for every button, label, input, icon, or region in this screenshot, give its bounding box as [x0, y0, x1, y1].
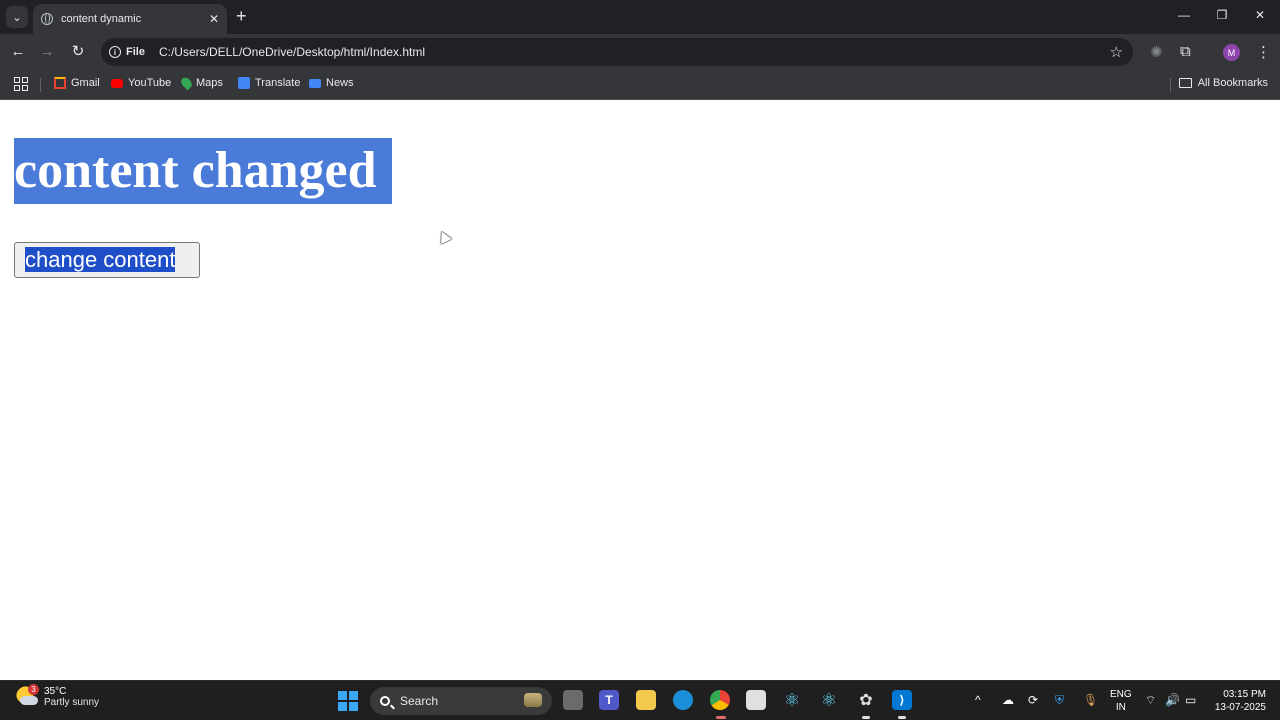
address-scheme: File	[126, 46, 145, 58]
security-shield-icon[interactable]: ⛨	[1055, 693, 1064, 708]
openai-active-indicator	[862, 716, 870, 719]
windows-start-icon[interactable]	[338, 691, 358, 711]
translate-icon	[238, 77, 250, 89]
bookmark-label: Maps	[196, 77, 223, 89]
wifi-icon[interactable]: ⌔	[1145, 693, 1156, 708]
mouse-cursor-icon	[436, 228, 452, 245]
all-bookmarks-button[interactable]: All Bookmarks	[1178, 77, 1268, 89]
browser-toolbar: ← → ↻ i File C:/Users/DELL/OneDrive/Desk…	[0, 34, 1280, 70]
vscode-icon[interactable]: ⟩	[892, 690, 912, 710]
search-icon	[380, 696, 390, 706]
close-window-button[interactable]: ✕	[1250, 8, 1270, 22]
profile-avatar[interactable]: M	[1223, 44, 1240, 61]
vscode-active-indicator	[898, 716, 906, 719]
react-devtools-icon[interactable]: ⚛	[782, 690, 802, 710]
apps-grid-icon[interactable]	[14, 77, 28, 91]
bookmark-gmail[interactable]: Gmail	[54, 77, 100, 89]
more-menu-icon[interactable]: ⋮	[1256, 43, 1271, 61]
address-bar[interactable]: i File C:/Users/DELL/OneDrive/Desktop/ht…	[101, 38, 1133, 66]
bookmark-news[interactable]: News	[309, 77, 354, 89]
weather-temp: 35°C	[44, 686, 67, 697]
windows-taskbar: 35°C Partly sunny 3 Search T ⚛ ⚛ ✿ ⟩ ^ ☁…	[0, 680, 1280, 720]
news-icon	[309, 78, 321, 88]
onedrive-cloud-icon[interactable]: ☁	[1002, 693, 1014, 707]
clock-time: 03:15 PM	[1223, 689, 1266, 700]
sync-icon[interactable]: ⟳	[1028, 693, 1038, 707]
chevron-down-icon: ⌄	[12, 11, 22, 24]
back-arrow-icon[interactable]: ←	[9, 43, 27, 61]
globe-icon	[41, 13, 53, 25]
language-code: ENG	[1110, 689, 1132, 700]
all-bookmarks-label: All Bookmarks	[1197, 77, 1268, 89]
address-url[interactable]: C:/Users/DELL/OneDrive/Desktop/html/Inde…	[159, 45, 425, 59]
minimize-button[interactable]: —	[1174, 8, 1194, 22]
forward-arrow-icon[interactable]: →	[38, 43, 56, 61]
bookmark-maps[interactable]: Maps	[179, 75, 223, 91]
chrome-icon[interactable]	[710, 690, 730, 710]
clock-date: 13-07-2025	[1214, 702, 1266, 713]
gmail-icon	[54, 77, 66, 89]
new-tab-button[interactable]: +	[236, 7, 247, 25]
taskbar-search-label: Search	[400, 694, 439, 708]
maps-icon	[179, 75, 194, 91]
search-highlight-icon	[524, 693, 542, 707]
weather-desc: Partly sunny	[44, 697, 100, 708]
tab-close-icon[interactable]: ✕	[209, 12, 219, 26]
extensions-puzzle-icon[interactable]: ⧉	[1180, 43, 1191, 60]
tab-title: content dynamic	[61, 13, 142, 25]
volume-icon[interactable]: 🔊	[1165, 693, 1180, 707]
bookmark-label: YouTube	[128, 77, 172, 89]
microphone-icon[interactable]: 🎙	[1083, 693, 1098, 707]
bookmark-label: Gmail	[71, 77, 100, 89]
teams-icon[interactable]: T	[599, 690, 619, 710]
file-explorer-icon[interactable]	[636, 690, 656, 710]
bookmark-translate[interactable]: Translate	[238, 77, 300, 89]
change-content-button[interactable]: change content	[14, 242, 200, 278]
page-viewport: content changed change content	[0, 101, 1280, 680]
language-indicator[interactable]: ENG IN	[1110, 688, 1132, 714]
bookmark-label: News	[326, 77, 354, 89]
language-region: IN	[1115, 702, 1126, 713]
bookmark-youtube[interactable]: YouTube	[111, 77, 171, 89]
browser-tab-active[interactable]: content dynamic ✕	[33, 4, 227, 34]
taskbar-clock[interactable]: 03:15 PM 13-07-2025	[1210, 688, 1266, 714]
openai-icon[interactable]: ✿	[856, 690, 876, 710]
site-info-icon[interactable]: i	[109, 46, 121, 58]
tab-search-button[interactable]: ⌄	[6, 6, 28, 28]
restore-button[interactable]: ❐	[1212, 8, 1232, 22]
extension-bug-icon[interactable]: ✺	[1150, 43, 1163, 61]
task-view-icon[interactable]	[563, 690, 583, 710]
browser-tab-strip: ⌄ content dynamic ✕ + — ❐ ✕	[0, 0, 1280, 34]
microsoft-store-icon[interactable]	[746, 690, 766, 710]
change-content-label: change content	[25, 247, 176, 272]
youtube-icon	[111, 78, 123, 88]
taskbar-search-box[interactable]: Search	[370, 687, 552, 715]
folder-icon	[1178, 78, 1192, 88]
bookmark-star-icon[interactable]: ☆	[1110, 43, 1123, 61]
battery-icon[interactable]: ▭	[1185, 693, 1196, 707]
chrome-active-indicator	[716, 716, 726, 719]
bookmarks-divider-right	[1170, 78, 1171, 92]
page-heading: content changed	[14, 138, 392, 204]
weather-badge: 3	[28, 684, 39, 695]
react-app-icon[interactable]: ⚛	[819, 690, 839, 710]
reload-icon[interactable]: ↻	[69, 43, 87, 61]
bookmark-label: Translate	[255, 77, 301, 89]
bookmarks-divider	[40, 78, 41, 92]
tray-overflow-chevron-icon[interactable]: ^	[975, 693, 981, 707]
edge-icon[interactable]	[673, 690, 693, 710]
bookmarks-bar: Gmail YouTube Maps Translate News All Bo…	[0, 70, 1280, 100]
